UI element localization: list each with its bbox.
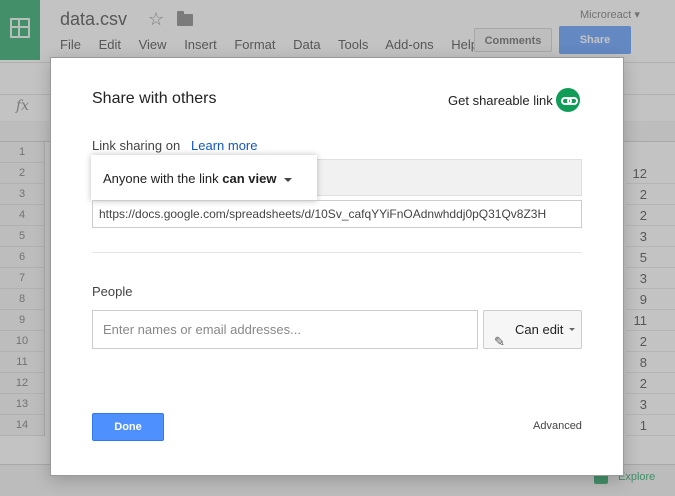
link-icon[interactable] (556, 88, 580, 112)
people-input[interactable]: Enter names or email addresses... (92, 310, 478, 349)
dialog-title: Share with others (92, 90, 217, 107)
done-button[interactable]: Done (92, 413, 164, 441)
share-dialog: Share with others Get shareable link Lin… (50, 57, 624, 476)
people-label: People (92, 284, 133, 299)
link-sharing-status: Link sharing on (92, 138, 181, 153)
get-shareable-link[interactable]: Get shareable link (448, 93, 553, 108)
permission-label: Can edit (515, 322, 564, 337)
learn-more-link[interactable]: Learn more (191, 138, 257, 153)
chevron-down-icon (569, 328, 575, 331)
section-divider (92, 252, 582, 253)
link-access-dropdown[interactable]: Anyone with the link can view (103, 171, 293, 186)
advanced-link[interactable]: Advanced (533, 420, 582, 432)
access-level: can view (222, 171, 277, 186)
share-url-field[interactable]: https://docs.google.com/spreadsheets/d/1… (92, 200, 582, 228)
chevron-down-icon (284, 177, 293, 182)
access-prefix: Anyone with the link (103, 171, 223, 186)
permission-dropdown[interactable]: ✎ Can edit (483, 310, 582, 349)
pencil-icon: ✎ (494, 334, 505, 349)
